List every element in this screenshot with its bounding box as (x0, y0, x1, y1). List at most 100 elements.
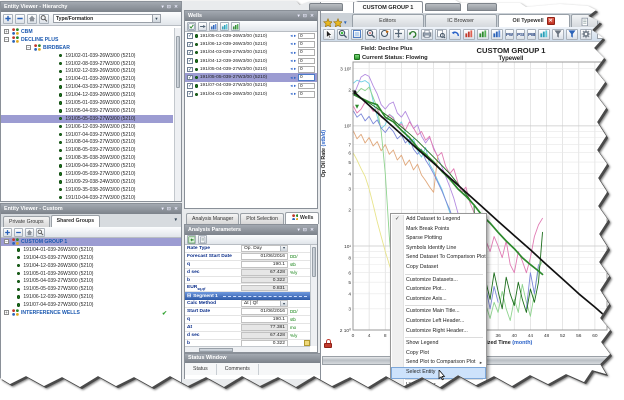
plot-green-button[interactable] (477, 29, 489, 40)
well-row[interactable]: ✓191/05-05-039-27W3/00 (5210)◄►0 (185, 73, 317, 81)
param-row[interactable]: Δt77.381mo (185, 324, 310, 332)
status-tab-comments[interactable]: Comments (217, 364, 259, 375)
menu-item-customize-right-header[interactable]: Customize Right Header... (392, 327, 485, 337)
param-value[interactable]: 67.428 (241, 269, 288, 276)
value-input[interactable]: 0 (298, 58, 315, 65)
param-dropdown[interactable]: Δt | Qf▼ (241, 300, 288, 307)
param-row[interactable]: Calc MethodΔt | Qf▼ (185, 300, 310, 308)
plot-cyan-button[interactable] (538, 29, 550, 40)
expander-icon[interactable]: − (26, 45, 31, 50)
value-input[interactable]: 0 (298, 33, 315, 40)
custom-title-bar[interactable]: Entity Viewer - Custom ▾ ⊡ ✕ (1, 204, 181, 214)
param-row[interactable]: Start Date01/06/2016DD/ (185, 308, 310, 316)
menu-item-select-entity[interactable]: Select Entity (392, 368, 485, 378)
tree-well[interactable]: 191/02-01-039-26W3/00 (5210) (1, 52, 173, 60)
tree-group[interactable]: −CUSTOM GROUP 1 (1, 238, 181, 246)
checkbox[interactable]: ✓ (187, 67, 193, 73)
value-input[interactable]: 0 (298, 66, 315, 73)
undo-button[interactable] (449, 29, 461, 40)
pointer-button[interactable] (323, 29, 335, 40)
param-value[interactable]: 01/06/2016 (241, 308, 288, 315)
value-spinner[interactable]: ◄► (289, 92, 297, 96)
param-value[interactable]: 01/06/2016 (241, 253, 288, 260)
expander-icon[interactable]: + (4, 310, 9, 315)
add-button[interactable] (3, 228, 12, 237)
value-spinner[interactable]: ◄► (289, 84, 297, 88)
panel-window-buttons[interactable]: ▾ ⊡ ✕ (297, 11, 315, 21)
menu-item-mark-break-points[interactable]: Mark Break Points (392, 225, 485, 235)
tree-well[interactable]: 191/08-05-039-27W3/00 (5210) (1, 146, 173, 154)
well-row[interactable]: ✓191/05-04-039-27W3/00 (5210)◄►0 (185, 65, 317, 73)
value-spinner[interactable]: ◄► (289, 42, 297, 46)
value-input[interactable]: 0 (298, 49, 315, 56)
toolbar-button-pib[interactable]: PIB (527, 29, 536, 40)
params-title-bar[interactable]: Analysis Parameters ▾ ⊡ ✕ (185, 225, 317, 235)
panel-window-buttons[interactable]: ▾ ⊡ ✕ (161, 204, 179, 214)
param-row[interactable]: Rate TypeOp. Day▼ (185, 245, 310, 253)
menu-item-customize-datasets[interactable]: Customize Datasets... (392, 276, 485, 286)
menu-item-customize-main-title[interactable]: Customize Main Title... (392, 307, 485, 317)
value-spinner[interactable]: ◄► (289, 51, 297, 55)
param-value[interactable]: 0.831 (241, 285, 288, 292)
tab-plot-selection[interactable]: Plot Selection (240, 213, 284, 224)
tree-well[interactable]: 191/09-35-038-26W3/00 (5210) (1, 186, 173, 194)
doc-tab-new[interactable] (571, 14, 598, 27)
tree-well[interactable]: 191/09-04-039-27W3/00 (5210) (1, 162, 173, 170)
tree-well[interactable]: 191/07-04-039-27W3/00 (5210) (1, 301, 181, 309)
tree-group[interactable]: −DECLINE PLUS (1, 36, 173, 44)
tree-well[interactable]: 191/05-05-039-27W3/00 (5210) (1, 115, 173, 123)
params-scrollbar-horizontal[interactable] (185, 346, 310, 352)
param-row[interactable]: Forecast Start Date01/06/2016DD/ (185, 253, 310, 261)
hierarchy-title-bar[interactable]: Entity Viewer - Hierarchy ▾ ⊡ ✕ (1, 2, 181, 12)
plot-blue-button[interactable] (209, 22, 218, 31)
menu-item-sparse-plotting[interactable]: Sparse Plotting (392, 234, 485, 244)
checkbox[interactable]: ✓ (187, 75, 193, 81)
filter-blue-button[interactable] (566, 29, 578, 40)
print-preview-button[interactable] (435, 29, 447, 40)
zoom-window-button[interactable] (351, 29, 363, 40)
menu-item-send-dataset-to-comparison-plot[interactable]: Send Dataset To Comparison Plot (392, 253, 485, 263)
param-value[interactable]: 67.428 (241, 332, 288, 339)
toolbar-button-psi[interactable]: PSI (516, 29, 525, 40)
collapse-icon[interactable]: ⊟ (187, 293, 191, 299)
tree-well[interactable]: 191/05-04-039-27W3/00 (5210) (1, 277, 181, 285)
menu-item-add-dataset-to-legend[interactable]: Add Dataset to Legend✓ (392, 215, 485, 225)
menu-item-hide-toolbar[interactable]: Hide Toolbar (392, 381, 485, 391)
tab-private-groups[interactable]: Private Groups (3, 216, 50, 227)
menu-item-customize-left-header[interactable]: Customize Left Header... (392, 317, 485, 327)
tab-shared-groups[interactable]: Shared Groups (51, 215, 100, 227)
menu-item-copy-plot[interactable]: Copy Plot (392, 349, 485, 359)
checkbox[interactable]: ✓ (187, 91, 193, 97)
menu-item-send-plot-to-comparison-plot[interactable]: Send Plot to Comparison Plot► (392, 358, 485, 368)
home-button[interactable] (25, 228, 34, 237)
tree-well[interactable]: 191/05-05-039-27W3/00 (5210) (1, 285, 181, 293)
doc-tab-oil-typewell[interactable]: Oil Typewell✕ (498, 14, 570, 27)
menu-item-customize-plot[interactable]: Customize Plot... (392, 285, 485, 295)
tree-well[interactable]: 191/05-01-039-26W3/00 (5210) (1, 270, 181, 278)
search-button[interactable] (36, 228, 45, 237)
plot-cyan-button[interactable] (220, 22, 229, 31)
segment-header[interactable]: ⊟Segment 1 (185, 292, 310, 300)
expander-icon[interactable]: − (4, 239, 9, 244)
plot-red-button[interactable] (463, 29, 475, 40)
tree-well[interactable]: 191/04-01-039-26W3/00 (5210) (1, 75, 173, 83)
menu-item-symbols-identify-line[interactable]: Symbols Identify Line (392, 244, 485, 254)
param-value[interactable]: 190.1 (241, 261, 288, 268)
value-spinner[interactable]: ◄► (289, 59, 297, 63)
lock-icon[interactable] (324, 339, 332, 348)
tree-well[interactable]: 191/10-04-039-27W3/00 (5210) (1, 194, 173, 201)
tree-group[interactable]: +CBM (1, 28, 173, 36)
print-button[interactable] (421, 29, 433, 40)
tree-well[interactable]: 191/05-04-039-27W3/00 (5210) (1, 107, 173, 115)
menu-item-show-legend[interactable]: Show Legend (392, 339, 485, 349)
doc-button[interactable] (198, 235, 207, 244)
param-value[interactable]: 190.1 (241, 316, 288, 323)
add-button[interactable] (3, 14, 13, 24)
param-row[interactable]: d sec67.428%/y (185, 332, 310, 340)
panel-window-buttons[interactable]: ▾ ⊡ ✕ (161, 2, 179, 12)
well-row[interactable]: ✓191/04-03-039-27W3/00 (5210)◄►0 (185, 49, 317, 57)
expander-icon[interactable]: − (4, 37, 9, 42)
doc-tab-editors[interactable]: Editors (352, 14, 424, 27)
param-row[interactable]: EURsq,qf0.831 (185, 284, 310, 292)
well-row[interactable]: ✓191/06-12-039-26W3/00 (5210)◄►0 (185, 40, 317, 48)
